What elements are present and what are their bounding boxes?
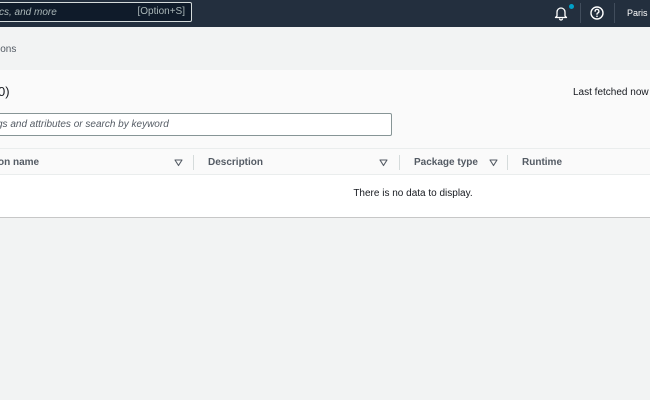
column-header-description[interactable]: Description <box>194 149 398 176</box>
topbar-divider <box>580 3 581 23</box>
functions-table-panel: 0) Last fetched now on name Description … <box>0 70 650 218</box>
sort-icon[interactable] <box>489 158 498 167</box>
breadcrumb[interactable]: ions <box>0 44 16 55</box>
notification-badge <box>569 4 574 9</box>
column-header-runtime[interactable]: Runtime <box>508 149 648 176</box>
empty-state-message: There is no data to display. <box>353 188 473 199</box>
search-shortcut-hint: [Option+S] <box>137 6 185 17</box>
last-fetched-label: Last fetched now <box>573 87 649 98</box>
column-header-package-type[interactable]: Package type <box>400 149 508 176</box>
filter-box[interactable] <box>0 113 392 136</box>
global-search-input[interactable] <box>0 3 119 21</box>
sort-icon[interactable] <box>174 158 183 167</box>
filter-input[interactable] <box>0 114 387 135</box>
column-header-name[interactable]: on name <box>0 149 188 176</box>
global-search-box[interactable]: [Option+S] <box>0 2 192 22</box>
table-header: on name Description Package type Runtime <box>0 148 650 175</box>
panel-title-count: 0) <box>0 84 10 99</box>
region-selector[interactable]: Paris <box>627 8 648 18</box>
help-circle-icon[interactable] <box>589 5 605 21</box>
sort-icon[interactable] <box>379 158 388 167</box>
bell-icon[interactable] <box>553 5 569 21</box>
topbar-divider <box>614 3 615 23</box>
panel-header <box>0 70 650 148</box>
top-navigation-bar: [Option+S] Paris <box>0 0 650 27</box>
